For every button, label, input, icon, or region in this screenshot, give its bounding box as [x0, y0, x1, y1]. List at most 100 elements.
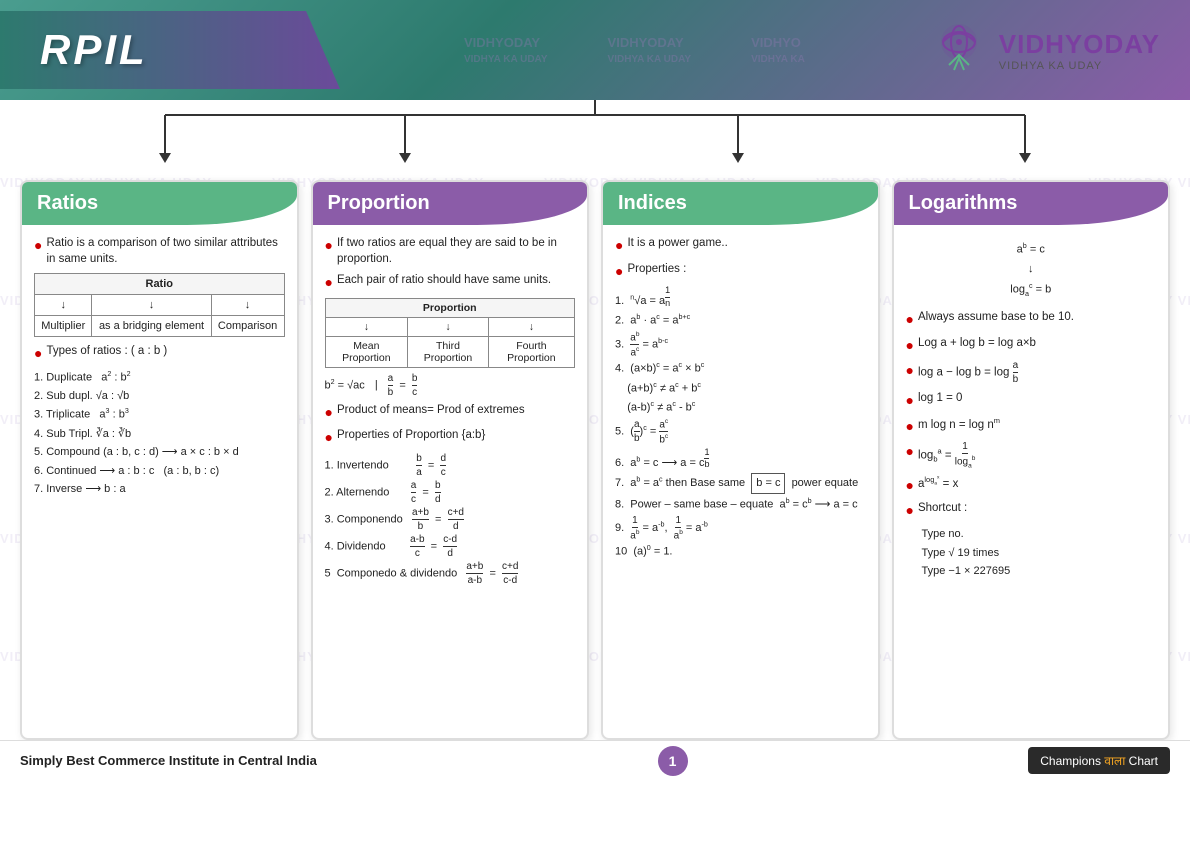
idx-9: 9. 1ab = a-b, 1ab = a-b: [615, 515, 866, 541]
prop-div: 4. Dividendo a-bc = c-dd: [325, 534, 576, 559]
log-bullet-4: ●: [906, 391, 914, 411]
idx-8: 8. Power – same base – equate ab = cb ⟶ …: [615, 496, 866, 513]
prop-comp: 3. Componendo a+bb = c+dd: [325, 507, 576, 532]
indices-props: ● Properties :: [615, 261, 866, 282]
prop-table-header: Proportion: [325, 298, 575, 317]
prop-alt: 2. Alternendo ac = bd: [325, 480, 576, 505]
logo-tagline: VIDHYA KA UDAY: [999, 60, 1160, 72]
idx-6: 6. ab = c ⟶ a = c1b: [615, 448, 866, 471]
footer-right: Champions वाला Chart: [1028, 747, 1170, 774]
log-b3-text: log a − log b = log ab: [918, 360, 1018, 385]
logarithms-header: Logarithms: [894, 182, 1169, 225]
log-b3: ● log a − log b = log ab: [906, 360, 1157, 385]
log-bullet-1: ●: [906, 310, 914, 330]
prop-col-3: Fourth Proportion: [488, 336, 574, 367]
logarithms-title: Logarithms: [909, 192, 1018, 214]
log-shortcut: ● Shortcut :: [906, 500, 1157, 521]
main-content: Ratios ● Ratio is a comparison of two si…: [0, 180, 1190, 740]
prop-arrow-3: ↓: [488, 317, 574, 336]
idx-5: 5. (ab)c = acbc: [615, 418, 866, 446]
log-bullet-6: ●: [906, 442, 914, 462]
header-watermark-2: VIDHYODAYVIDHYA KA UDAY: [608, 35, 692, 65]
log-bullet-7: ●: [906, 476, 914, 496]
prop-bullet-icon-2: ●: [325, 273, 333, 293]
prop-b3-text: Product of means= Prod of extremes: [337, 402, 525, 418]
page-title: RPIL: [40, 26, 148, 73]
logo-area: VIDHYODAY VIDHYA KA UDAY: [929, 20, 1160, 80]
ratio-col-1: Multiplier: [35, 316, 92, 337]
ratios-intro-text: Ratio is a comparison of two similar att…: [46, 235, 284, 267]
ratios-intro: ● Ratio is a comparison of two similar a…: [34, 235, 285, 267]
header-watermark-3: VIDHYOVIDHYA KA: [751, 35, 805, 65]
prop-formula-row: b2 = √ac | ab = bc: [325, 373, 576, 398]
indices-title: Indices: [618, 192, 687, 214]
indices-props-text: Properties :: [627, 261, 686, 277]
ratio-item-3: 3. Triplicate a3 : b3: [34, 406, 285, 423]
prop-bullet-icon-3: ●: [325, 403, 333, 423]
footer: Simply Best Commerce Institute in Centra…: [0, 740, 1190, 780]
proportion-body: ● If two ratios are equal they are said …: [313, 225, 588, 738]
log-bullet-2: ●: [906, 336, 914, 356]
prop-b1-text: If two ratios are equal they are said to…: [337, 235, 575, 267]
proportion-table: Proportion ↓ ↓ ↓ Mean Proportion Third P…: [325, 298, 576, 368]
prop-bullet4: ● Properties of Proportion {a:b}: [325, 427, 576, 448]
ratio-arrow-3: ↓: [211, 295, 284, 316]
ratio-arrow-2: ↓: [92, 295, 211, 316]
log-b6: ● logba = 1logab: [906, 441, 1157, 469]
log-sc-3: Type −1 × 227695: [906, 563, 1157, 580]
log-bullet-3: ●: [906, 361, 914, 381]
log-shortcut-text: Shortcut :: [918, 500, 967, 516]
prop-inv: 1. Invertendo ba = dc: [325, 453, 576, 478]
indices-bullet-1: ●: [615, 236, 623, 256]
ratio-col-3: Comparison: [211, 316, 284, 337]
proportion-header: Proportion: [313, 182, 588, 225]
footer-left: Simply Best Commerce Institute in Centra…: [20, 753, 317, 768]
prop-col-1: Mean Proportion: [325, 336, 408, 367]
log-b5-text: m log n = log nm: [918, 416, 1000, 433]
log-sc-1: Type no.: [906, 526, 1157, 543]
ratio-item-2: 2. Sub dupl. √a : √b: [34, 388, 285, 405]
indices-bullet-2: ●: [615, 262, 623, 282]
prop-arrow-1: ↓: [325, 317, 408, 336]
logo-text-area: VIDHYODAY VIDHYA KA UDAY: [999, 29, 1160, 72]
proportion-card: Proportion ● If two ratios are equal the…: [311, 180, 590, 740]
prop-bullet1: ● If two ratios are equal they are said …: [325, 235, 576, 267]
arrows-svg: [0, 95, 1190, 175]
prop-bullet3: ● Product of means= Prod of extremes: [325, 402, 576, 423]
idx-3: 3. abac = ab-c: [615, 331, 866, 359]
prop-b4-text: Properties of Proportion {a:b}: [337, 427, 485, 443]
ratio-table-header: Ratio: [35, 274, 285, 295]
log-bullet-5: ●: [906, 417, 914, 437]
header-watermark-1: VIDHYODAYVIDHYA KA UDAY: [464, 35, 548, 65]
log-bullet-8: ●: [906, 501, 914, 521]
logo-icon: [929, 20, 989, 80]
ratio-item-6: 6. Continued ⟶ a : b : c (a : b, b : c): [34, 463, 285, 480]
log-b4: ● log 1 = 0: [906, 390, 1157, 411]
prop-bullet2: ● Each pair of ratio should have same un…: [325, 272, 576, 293]
idx-7: 7. ab = ac then Base same b = c power eq…: [615, 473, 866, 494]
ratio-table: Ratio ↓ ↓ ↓ Multiplier as a bridging ele…: [34, 273, 285, 337]
prop-col-2: Third Proportion: [408, 336, 489, 367]
ratios-types-text: Types of ratios : ( a : b ): [46, 343, 167, 359]
indices-body: ● It is a power game.. ● Properties : 1.…: [603, 225, 878, 738]
arrows-area: [0, 100, 1190, 180]
ratio-item-7: 7. Inverse ⟶ b : a: [34, 481, 285, 498]
prop-arrow-2: ↓: [408, 317, 489, 336]
log-b7: ● alogax = x: [906, 475, 1157, 496]
idx-4a: 4. (a×b)c = ac × bc: [615, 360, 866, 377]
logarithms-body: ab = c ↓ logac = b ● Always assume base …: [894, 225, 1169, 738]
idx-10: 10 (a)0 = 1.: [615, 543, 866, 560]
log-sc-2: Type √ 19 times: [906, 545, 1157, 562]
prop-b2-formula: b2 = √ac: [325, 378, 365, 392]
bullet-icon-2: ●: [34, 344, 42, 364]
idx-4b: (a+b)c ≠ ac + bc: [615, 380, 866, 397]
ratios-card: Ratios ● Ratio is a comparison of two si…: [20, 180, 299, 740]
ratios-types: ● Types of ratios : ( a : b ): [34, 343, 285, 364]
header: RPIL VIDHYODAYVIDHYA KA UDAY VIDHYODAYVI…: [0, 0, 1190, 100]
idx-4c: (a-b)c ≠ ac - bc: [615, 399, 866, 416]
log-b1: ● Always assume base to be 10.: [906, 309, 1157, 330]
idx-1: 1. n√a = a1n: [615, 286, 866, 309]
indices-card: Indices ● It is a power game.. ● Propert…: [601, 180, 880, 740]
ratios-body: ● Ratio is a comparison of two similar a…: [22, 225, 297, 738]
ratio-arrow-1: ↓: [35, 295, 92, 316]
